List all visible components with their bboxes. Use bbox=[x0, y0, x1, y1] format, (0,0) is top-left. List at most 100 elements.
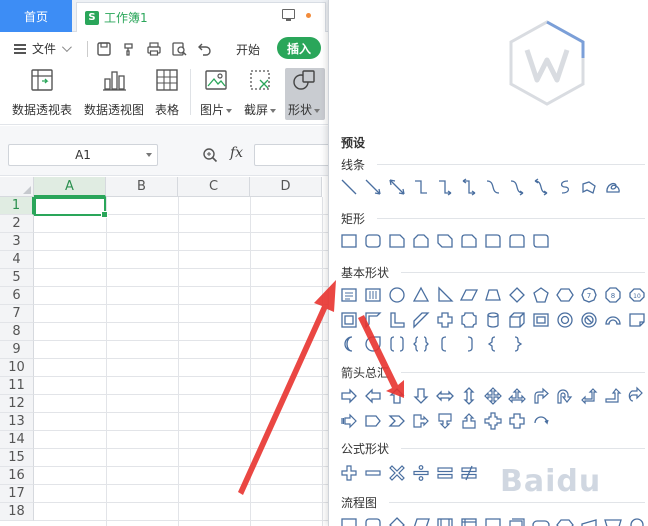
tab-home[interactable]: 首页 bbox=[0, 0, 72, 32]
shape-equal[interactable] bbox=[433, 462, 457, 484]
shape-minus[interactable] bbox=[361, 462, 385, 484]
shape-left-right-arrow[interactable] bbox=[433, 385, 457, 407]
row-header[interactable]: 15 bbox=[0, 449, 34, 467]
shape-left-brace[interactable] bbox=[481, 333, 505, 355]
shape-circular-arrow[interactable] bbox=[529, 410, 553, 432]
row-header[interactable]: 11 bbox=[0, 377, 34, 395]
shape-up-down-arrow[interactable] bbox=[457, 385, 481, 407]
column-header-c[interactable]: C bbox=[178, 177, 250, 197]
tab-start[interactable]: 开始 bbox=[236, 41, 260, 58]
shape-cross[interactable] bbox=[433, 309, 457, 331]
shape-curved-arrow[interactable] bbox=[505, 176, 529, 198]
shape-moon[interactable] bbox=[337, 333, 361, 355]
pivot-table-button[interactable]: 数据透视表 bbox=[12, 67, 72, 118]
shape-curved-right-arrow[interactable] bbox=[625, 385, 648, 407]
shape-right-arrow-callout[interactable] bbox=[409, 410, 433, 432]
shape-no-symbol[interactable] bbox=[577, 309, 601, 331]
row-header[interactable]: 5 bbox=[0, 269, 34, 287]
shape-left-up-arrow[interactable] bbox=[577, 385, 601, 407]
function-icon[interactable]: fx bbox=[230, 145, 243, 161]
shape-cross-arrow-callout[interactable] bbox=[505, 410, 529, 432]
shape-freeform[interactable] bbox=[577, 176, 601, 198]
shape-bent-arrow[interactable] bbox=[529, 385, 553, 407]
row-header[interactable]: 4 bbox=[0, 251, 34, 269]
shape-flow-process[interactable] bbox=[337, 514, 361, 526]
column-header-d[interactable]: D bbox=[250, 177, 322, 197]
table-button[interactable]: 表格 bbox=[154, 67, 180, 118]
row-header[interactable]: 12 bbox=[0, 395, 34, 413]
row-header[interactable]: 2 bbox=[0, 215, 34, 233]
shape-left-bracket[interactable] bbox=[433, 333, 457, 355]
shape-striped-right-arrow[interactable] bbox=[337, 410, 361, 432]
formula-input[interactable] bbox=[254, 144, 334, 166]
shape-down-arrow[interactable] bbox=[409, 385, 433, 407]
shape-curved-connector[interactable] bbox=[481, 176, 505, 198]
shape-right-triangle[interactable] bbox=[433, 284, 457, 306]
shape-left-arrow[interactable] bbox=[361, 385, 385, 407]
row-header[interactable]: 14 bbox=[0, 431, 34, 449]
shape-trapezoid[interactable] bbox=[481, 284, 505, 306]
shape-curve[interactable] bbox=[553, 176, 577, 198]
row-header[interactable]: 8 bbox=[0, 323, 34, 341]
shape-curved-double-arrow[interactable] bbox=[529, 176, 553, 198]
shape-snip-diagonal-rect[interactable] bbox=[433, 230, 457, 252]
screenshot-button[interactable]: 截屏 bbox=[244, 67, 277, 118]
shape-flow-predefined[interactable] bbox=[433, 514, 457, 526]
monitor-icon[interactable] bbox=[282, 9, 295, 21]
shape-diamond[interactable] bbox=[505, 284, 529, 306]
row-header[interactable]: 18 bbox=[0, 503, 34, 521]
shape-parallelogram[interactable] bbox=[457, 284, 481, 306]
shape-flow-manual-input[interactable] bbox=[577, 514, 601, 526]
select-all-corner[interactable] bbox=[0, 177, 34, 197]
row-header[interactable]: 3 bbox=[0, 233, 34, 251]
shape-button-content[interactable]: 形状 bbox=[288, 67, 321, 118]
shape-down-arrow-callout[interactable] bbox=[433, 410, 457, 432]
shape-can[interactable] bbox=[481, 309, 505, 331]
column-header-a[interactable]: A bbox=[34, 177, 106, 197]
row-header[interactable]: 7 bbox=[0, 305, 34, 323]
format-painter-icon[interactable] bbox=[121, 41, 137, 57]
row-header[interactable]: 6 bbox=[0, 287, 34, 305]
row-header[interactable]: 13 bbox=[0, 413, 34, 431]
shape-hexagon[interactable] bbox=[553, 284, 577, 306]
shape-up-arrow[interactable] bbox=[385, 385, 409, 407]
shape-flow-preparation[interactable] bbox=[553, 514, 577, 526]
shape-flow-decision[interactable] bbox=[385, 514, 409, 526]
shape-line[interactable] bbox=[337, 176, 361, 198]
shape-flow-manual-operation[interactable] bbox=[601, 514, 625, 526]
shape-flow-internal-storage[interactable] bbox=[457, 514, 481, 526]
shape-multiply[interactable] bbox=[385, 462, 409, 484]
row-header[interactable]: 10 bbox=[0, 359, 34, 377]
print-preview-icon[interactable] bbox=[171, 41, 187, 57]
shape-bent-up-arrow[interactable] bbox=[601, 385, 625, 407]
shape-flow-alternate-process[interactable] bbox=[361, 514, 385, 526]
shape-pentagon[interactable] bbox=[529, 284, 553, 306]
shape-donut[interactable] bbox=[553, 309, 577, 331]
shape-pentagon-arrow[interactable] bbox=[361, 410, 385, 432]
shape-half-frame[interactable] bbox=[361, 309, 385, 331]
shape-rounded-rectangle[interactable] bbox=[361, 230, 385, 252]
pivot-chart-button[interactable]: 数据透视图 bbox=[84, 67, 144, 118]
shape-flow-connector[interactable] bbox=[625, 514, 648, 526]
picture-button[interactable]: 图片 bbox=[200, 67, 233, 118]
row-header[interactable]: 16 bbox=[0, 467, 34, 485]
row-header[interactable]: 17 bbox=[0, 485, 34, 503]
shape-oval[interactable] bbox=[385, 284, 409, 306]
shape-block-arc[interactable] bbox=[601, 309, 625, 331]
shape-divide[interactable] bbox=[409, 462, 433, 484]
zoom-icon[interactable] bbox=[202, 147, 218, 163]
shape-decagon[interactable]: 10 bbox=[625, 284, 648, 306]
shape-rectangle[interactable] bbox=[337, 230, 361, 252]
shape-u-turn-arrow[interactable] bbox=[553, 385, 577, 407]
shape-right-brace[interactable] bbox=[505, 333, 529, 355]
shape-snip-same-side-rect[interactable] bbox=[409, 230, 433, 252]
shape-quad-arrow[interactable] bbox=[481, 385, 505, 407]
shape-vertical-text-box[interactable] bbox=[361, 284, 385, 306]
shape-snip-corner-rect[interactable] bbox=[385, 230, 409, 252]
shape-plaque[interactable] bbox=[457, 309, 481, 331]
shape-text-box[interactable] bbox=[337, 284, 361, 306]
name-box[interactable]: A1 bbox=[8, 144, 158, 166]
shape-round-same-side-rect[interactable] bbox=[505, 230, 529, 252]
shape-folded-corner[interactable] bbox=[625, 309, 648, 331]
shape-flow-terminator[interactable] bbox=[529, 514, 553, 526]
